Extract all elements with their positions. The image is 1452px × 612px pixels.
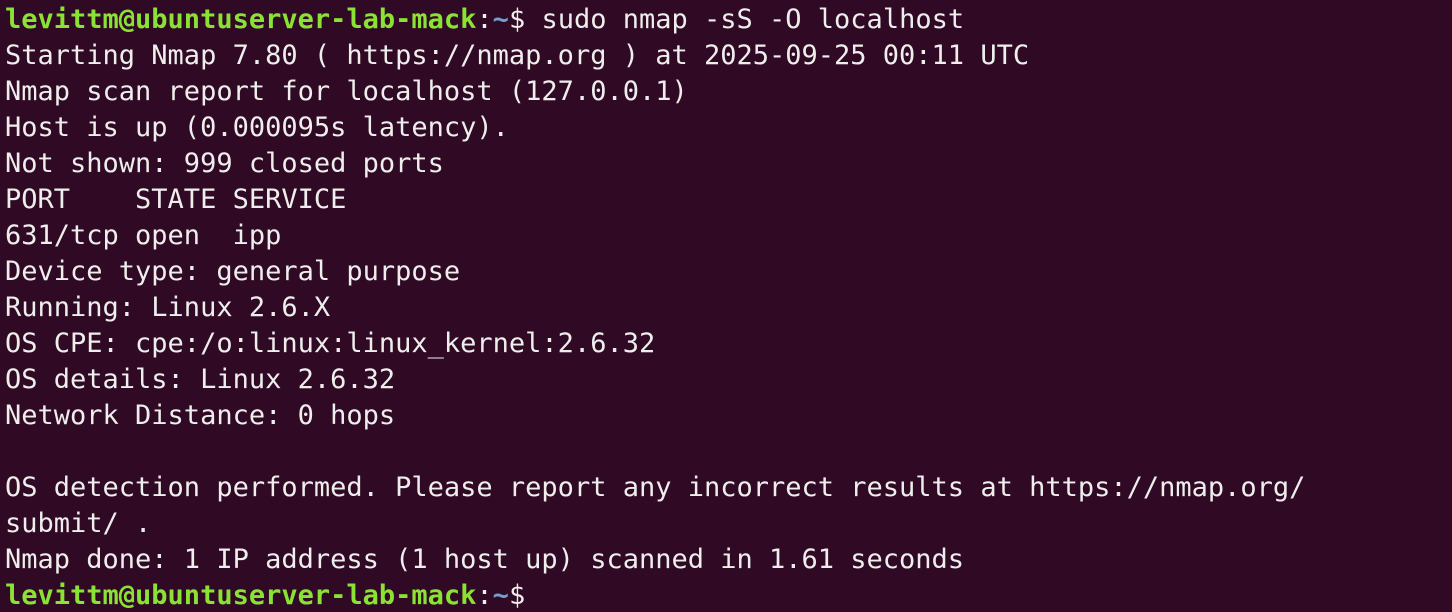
output-line: 631/tcp open ipp — [5, 220, 282, 251]
prompt-user-host: levittm@ubuntuserver-lab-mack — [5, 4, 477, 35]
output-line: OS detection performed. Please report an… — [5, 472, 1306, 503]
command-text: sudo nmap -sS -O localhost — [541, 4, 965, 35]
output-line: Starting Nmap 7.80 ( https://nmap.org ) … — [5, 40, 1030, 71]
output-line: submit/ . — [5, 508, 152, 539]
prompt-user-host: levittm@ubuntuserver-lab-mack — [5, 580, 477, 611]
command-line: levittm@ubuntuserver-lab-mack:~$ sudo nm… — [5, 2, 1452, 38]
output-line: Device type: general purpose — [5, 256, 461, 287]
output-line: Network Distance: 0 hops — [5, 400, 396, 431]
prompt-separator: : — [476, 580, 493, 611]
output-line: Nmap scan report for localhost (127.0.0.… — [5, 76, 688, 107]
prompt-symbol: $ — [508, 4, 542, 35]
terminal-output: levittm@ubuntuserver-lab-mack:~$ sudo nm… — [5, 2, 1452, 612]
output-line: PORT STATE SERVICE — [5, 184, 347, 215]
prompt-path: ~ — [492, 580, 509, 611]
prompt-path: ~ — [492, 4, 509, 35]
output-line: Nmap done: 1 IP address (1 host up) scan… — [5, 544, 965, 575]
output-line: OS details: Linux 2.6.32 — [5, 364, 396, 395]
output-line: Host is up (0.000095s latency). — [5, 112, 509, 143]
prompt-separator: : — [476, 4, 493, 35]
output-line: Not shown: 999 closed ports — [5, 148, 444, 179]
active-prompt-line[interactable]: levittm@ubuntuserver-lab-mack:~$ — [5, 578, 1452, 612]
output-line: Running: Linux 2.6.X — [5, 292, 331, 323]
prompt-symbol: $ — [508, 580, 542, 611]
terminal-window[interactable]: levittm@ubuntuserver-lab-mack:~$ sudo nm… — [0, 0, 1452, 612]
output-line: OS CPE: cpe:/o:linux:linux_kernel:2.6.32 — [5, 328, 656, 359]
